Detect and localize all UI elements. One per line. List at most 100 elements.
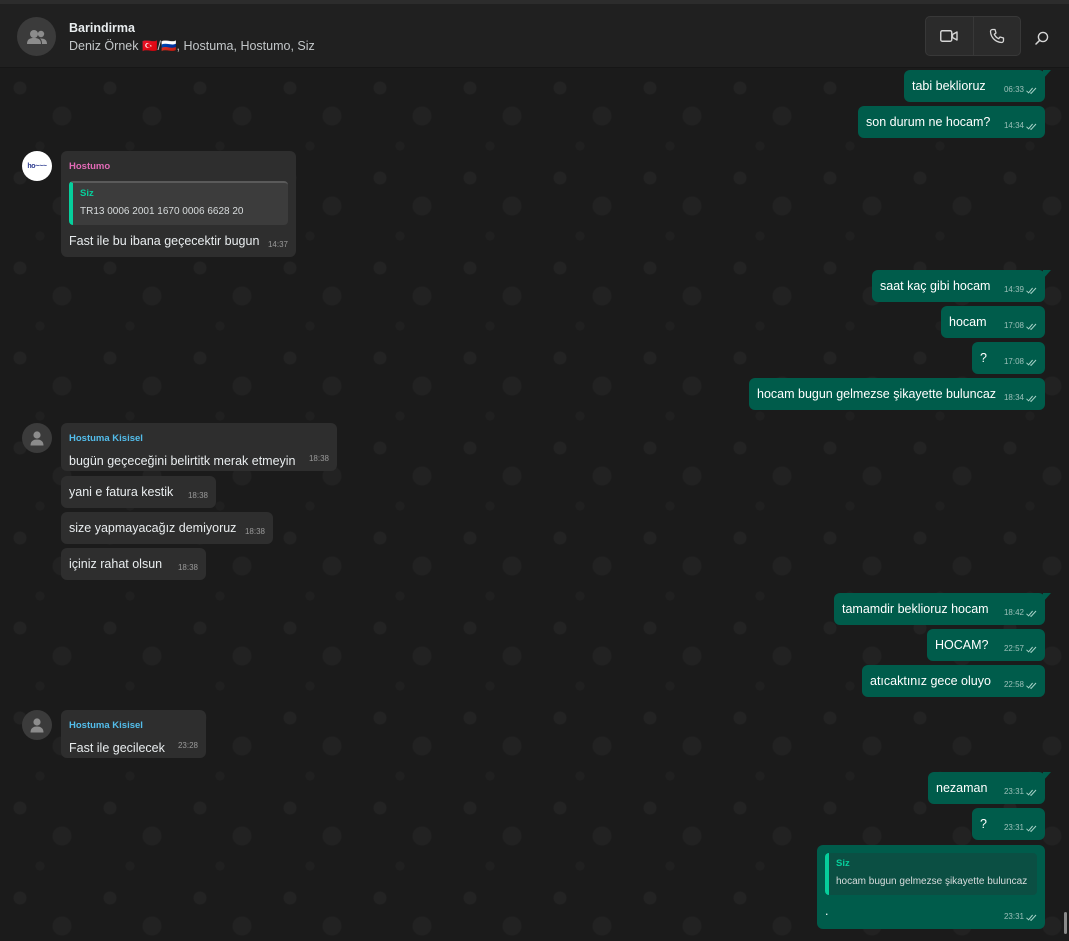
group-icon [26,29,47,44]
search-icon [1035,31,1049,45]
message-incoming[interactable]: Hostuma Kisisel bugün geçeceğini belirti… [61,423,337,471]
message-meta: 17:08 [1004,354,1037,370]
message-time: 18:38 [308,454,329,463]
double-check-icon [1026,359,1037,366]
message-meta: 18:42 [1004,605,1037,621]
message-meta: 18:38 [309,451,329,467]
quoted-message[interactable]: Siz TR13 0006 2001 1670 0006 6628 20 [69,181,288,225]
message-time: 18:42 [1003,608,1024,617]
message-meta: 18:38 [178,560,198,576]
double-check-icon [1026,789,1037,796]
search-button[interactable] [1030,26,1054,50]
double-check-icon [1026,825,1037,832]
hostuma-avatar[interactable] [22,423,52,453]
message-outgoing[interactable]: tamamdir beklioruz hocam 18:42 [834,593,1051,625]
double-check-icon [1026,323,1037,330]
message-time: 18:34 [1003,393,1024,402]
message-outgoing[interactable]: ? 23:31 [972,808,1045,840]
double-check-icon [1026,610,1037,617]
message-outgoing[interactable]: saat kaç gibi hocam 14:39 [872,270,1051,302]
bubble-tail [1043,270,1051,279]
message-outgoing[interactable]: hocam 17:08 [941,306,1045,338]
quoted-sender: Siz [80,188,94,199]
quoted-message[interactable]: Siz hocam bugun gelmezse şikayette bulun… [825,853,1037,895]
group-avatar[interactable] [17,17,56,56]
message-time: 23:31 [1003,787,1024,796]
message-outgoing[interactable]: hocam bugun gelmezse şikayette buluncaz … [749,378,1045,410]
double-check-icon [1026,914,1037,921]
message-text: size yapmayacağız demiyoruz [69,521,237,535]
call-button-group [925,16,1021,56]
message-outgoing[interactable]: son durum ne hocam? 14:34 [858,106,1045,138]
voice-call-button[interactable] [972,17,1020,55]
hostumo-logo-icon: ho~~~ [27,162,47,170]
message-meta: 22:57 [1004,641,1037,657]
message-outgoing[interactable]: HOCAM? 22:57 [927,629,1045,661]
message-time: 17:08 [1003,357,1024,366]
message-time: 17:08 [1003,321,1024,330]
chat-title[interactable]: Barindirma [69,21,135,35]
message-time: 23:31 [1003,823,1024,832]
message-incoming[interactable]: Hostuma Kisisel Fast ile gecilecek 23:28 [61,710,206,758]
message-meta: 22:58 [1004,677,1037,693]
message-text: Fast ile bu ibana geçecektir bugun [69,234,260,248]
message-outgoing[interactable]: ? 17:08 [972,342,1045,374]
message-meta: 17:08 [1004,318,1037,334]
double-check-icon [1026,287,1037,294]
message-incoming[interactable]: Hostumo Siz TR13 0006 2001 1670 0006 662… [61,151,296,257]
message-incoming[interactable]: yani e fatura kestik 18:38 [61,476,216,508]
message-time: 23:31 [1003,912,1024,921]
message-time: 14:34 [1003,121,1024,130]
message-time: 14:39 [1003,285,1024,294]
message-text: bugün geçeceğini belirtitk merak etmeyin [69,454,296,468]
bubble-tail [1043,70,1051,79]
message-meta: 23:28 [178,738,198,754]
message-meta: 23:31 [1004,909,1037,925]
chat-header: Barindirma Deniz Örnek 🇹🇷/🇷🇺, Hostuma, H… [0,0,1069,68]
message-time: 14:37 [267,240,288,249]
message-meta: 18:38 [245,524,265,540]
bubble-tail [1043,772,1051,781]
person-icon [30,718,44,733]
person-icon [30,431,44,446]
double-check-icon [1026,646,1037,653]
message-sender: Hostuma Kisisel [69,433,143,444]
message-time: 18:38 [244,527,265,536]
message-meta: 23:31 [1004,784,1037,800]
message-outgoing[interactable]: nezaman 23:31 [928,772,1051,804]
quoted-sender: Siz [836,858,850,869]
message-meta: 23:31 [1004,820,1037,836]
hostuma-avatar-2[interactable] [22,710,52,740]
double-check-icon [1026,87,1037,94]
message-sender: Hostuma Kisisel [69,720,143,731]
message-meta: 14:37 [268,237,288,253]
message-outgoing[interactable]: tabi beklioruz 06:33 [904,70,1051,102]
scrollbar-thumb[interactable] [1064,912,1067,934]
quoted-text: TR13 0006 2001 1670 0006 6628 20 [80,206,244,217]
message-time: 18:38 [187,491,208,500]
message-time: 22:57 [1003,644,1024,653]
double-check-icon [1026,682,1037,689]
chat-members[interactable]: Deniz Örnek 🇹🇷/🇷🇺, Hostuma, Hostumo, Siz [69,39,315,54]
message-time: 22:58 [1003,680,1024,689]
double-check-icon [1026,395,1037,402]
message-meta: 14:39 [1004,282,1037,298]
message-meta: 18:34 [1004,390,1037,406]
message-outgoing[interactable]: atıcaktınız gece oluyo 22:58 [862,665,1045,697]
message-meta: 06:33 [1004,82,1037,98]
message-meta: 14:34 [1004,118,1037,134]
message-incoming[interactable]: içiniz rahat olsun 18:38 [61,548,206,580]
double-check-icon [1026,123,1037,130]
message-meta: 18:38 [188,488,208,504]
message-time: 23:28 [177,741,198,750]
phone-icon [989,28,1005,44]
message-time: 18:38 [177,563,198,572]
message-outgoing[interactable]: Siz hocam bugun gelmezse şikayette bulun… [817,845,1045,929]
video-camera-icon [940,30,959,42]
quoted-text: hocam bugun gelmezse şikayette buluncaz [836,876,1028,887]
message-text: hocam bugun gelmezse şikayette buluncaz [757,387,997,401]
message-incoming[interactable]: size yapmayacağız demiyoruz 18:38 [61,512,273,544]
message-sender: Hostumo [69,161,111,172]
hostumo-avatar[interactable]: ho~~~ [22,151,52,181]
video-call-button[interactable] [926,17,973,55]
